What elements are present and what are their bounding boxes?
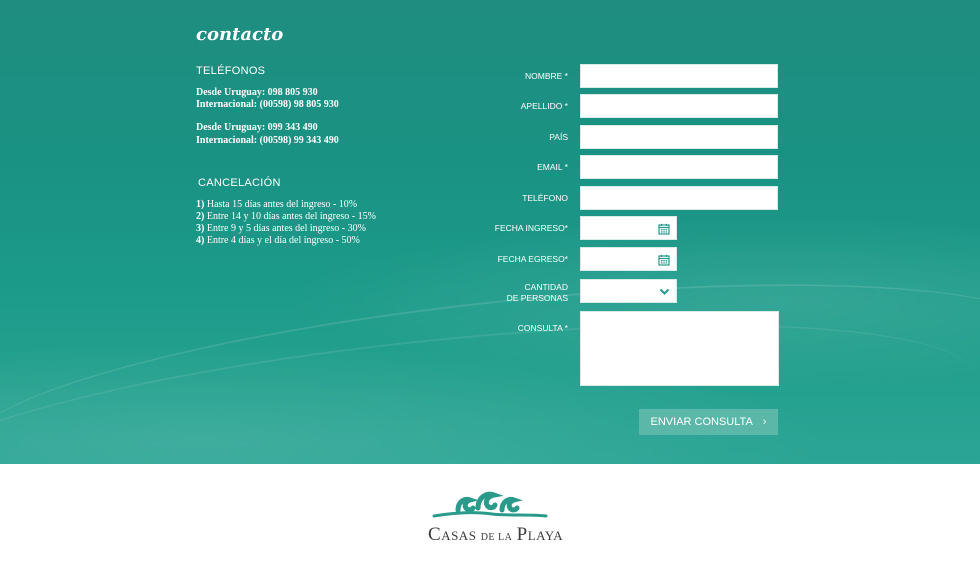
waves-logo-icon (432, 491, 548, 518)
logo-text: CASAS DE LA PLAYA (428, 524, 564, 545)
email-label: EMAIL * (537, 162, 568, 172)
telefono-label: TELÉFONO (522, 193, 568, 203)
casas-de-la-playa-logo[interactable]: CASAS DE LA PLAYA (428, 488, 564, 545)
fecha-egreso-field[interactable] (580, 247, 677, 271)
fecha-egreso-label: FECHA EGRESO* (497, 254, 568, 264)
phone-line: Desde Uruguay: 099 343 490 (196, 122, 318, 133)
pais-label: PAÍS (549, 132, 568, 142)
cancelacion-heading: CANCELACIÓN (198, 177, 281, 189)
cantidad-select[interactable] (580, 279, 677, 303)
chevron-down-icon[interactable] (658, 286, 670, 298)
telefonos-heading: TELÉFONOS (196, 65, 266, 77)
phone-line: Desde Uruguay: 098 805 930 (196, 87, 318, 98)
nombre-field[interactable] (580, 64, 778, 88)
page-title: contacto (196, 24, 284, 45)
cancel-item: 1) Hasta 15 días antes del ingreso - 10% (196, 199, 358, 210)
calendar-icon[interactable] (657, 253, 670, 266)
pais-field[interactable] (580, 125, 778, 149)
fecha-ingreso-label: FECHA INGRESO* (494, 223, 568, 233)
consulta-label: CONSULTA * (517, 323, 568, 333)
phone-line: Internacional: (00598) 98 805 930 (196, 99, 339, 110)
nombre-label: NOMBRE * (525, 71, 568, 81)
contact-section: contacto TELÉFONOS Desde Uruguay: 098 80… (0, 0, 980, 565)
cancel-item: 2) Entre 14 y 10 días antes del ingreso … (196, 211, 376, 222)
cantidad-label-line: CANTIDAD (524, 282, 568, 292)
telefono-field[interactable] (580, 186, 778, 210)
phone-line: Internacional: (00598) 99 343 490 (196, 135, 339, 146)
consulta-textarea[interactable] (580, 311, 779, 386)
enviar-consulta-button[interactable]: ENVIAR CONSULTA › (639, 409, 778, 435)
email-field[interactable] (580, 155, 778, 179)
calendar-icon[interactable] (657, 222, 670, 235)
submit-label: ENVIAR CONSULTA (650, 416, 753, 428)
cantidad-label: CANTIDAD DE PERSONAS (438, 282, 568, 304)
cantidad-label-line: DE PERSONAS (506, 293, 568, 303)
cancel-item: 3) Entre 9 y 5 días antes del ingreso - … (196, 223, 366, 234)
cancel-item: 4) Entre 4 días y el día del ingreso - 5… (196, 235, 360, 246)
chevron-right-icon: › (762, 416, 767, 428)
apellido-label: APELLIDO * (520, 101, 568, 111)
apellido-field[interactable] (580, 94, 778, 118)
fecha-ingreso-field[interactable] (580, 216, 677, 240)
